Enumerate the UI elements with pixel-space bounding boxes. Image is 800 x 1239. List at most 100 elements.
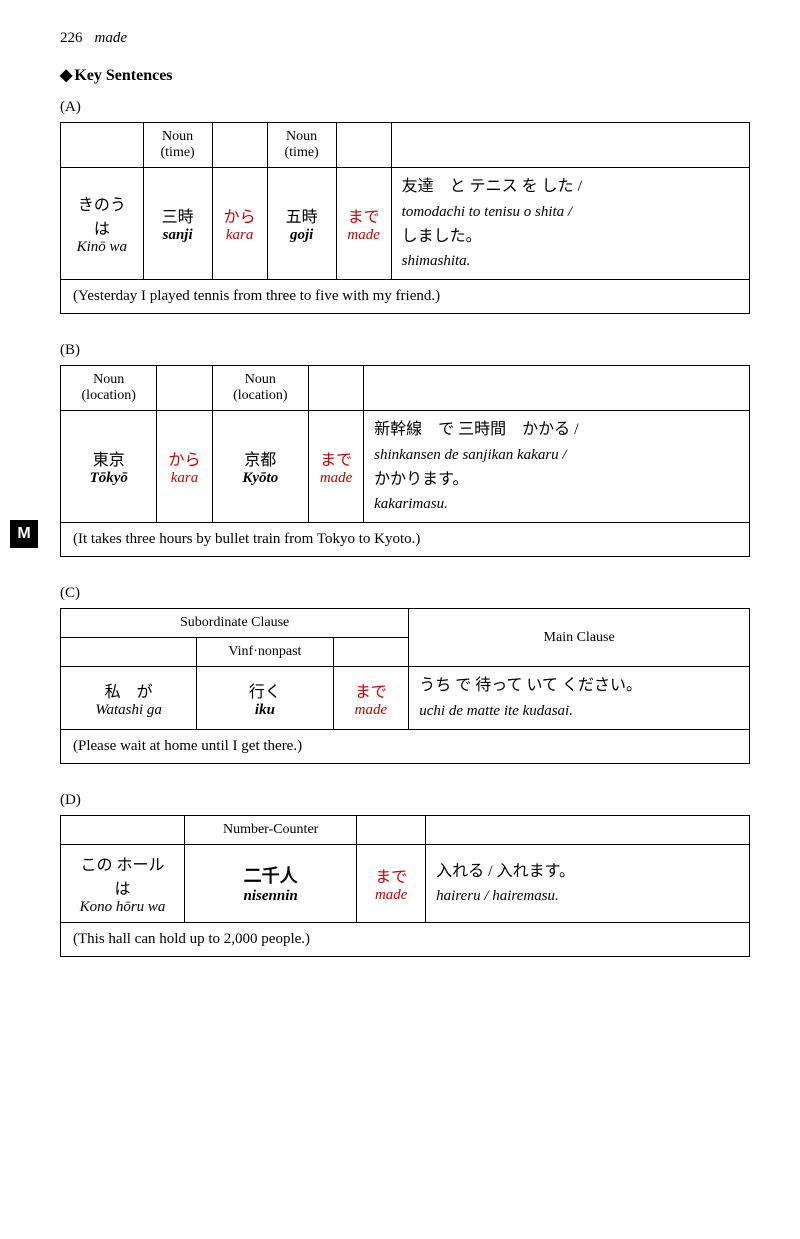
d-h2: Number-Counter (185, 815, 357, 844)
section-b-label: (B) (60, 342, 750, 359)
c-col2-jp: 行く (207, 678, 322, 702)
section-c-label: (C) (60, 585, 750, 602)
page-header: 226 made (60, 30, 750, 47)
section-c: (C) Subordinate Clause Main Clause Vinf·… (60, 585, 750, 764)
c-col2: 行く iku (197, 667, 333, 730)
section-title: ◆Key Sentences (60, 65, 750, 85)
a-h4: Noun(time) (267, 123, 336, 168)
d-translation: (This hall can hold up to 2,000 people.) (61, 922, 750, 956)
a-col1-jp: きのう は (71, 191, 133, 239)
d-col4: 入れる / 入れます。 haireru / hairemasu. (426, 844, 750, 922)
c-col4-romaji: uchi de matte ite kudasai. (419, 699, 739, 723)
c-col1: 私 が Watashi ga (61, 667, 197, 730)
a-col4-romaji: goji (278, 227, 326, 244)
d-col1-romaji: Kono hōru wa (71, 899, 174, 916)
b-col5-line2-jp: かかります。 (374, 467, 739, 493)
section-a-header-row: Noun(time) Noun(time) (61, 123, 750, 168)
section-a: (A) Noun(time) Noun(time) きのう は Kinō wa (60, 99, 750, 314)
c-col3-romaji: made (344, 702, 399, 719)
a-h1 (61, 123, 144, 168)
c-col1-romaji: Watashi ga (71, 702, 186, 719)
b-col4: まで made (309, 411, 364, 523)
section-d-label: (D) (60, 792, 750, 809)
section-d: (D) Number-Counter この ホール は Kono hōru wa (60, 792, 750, 957)
page-number: 226 (60, 30, 83, 47)
d-col4-jp: 入れる / 入れます。 (436, 859, 739, 885)
a-translation: (Yesterday I played tennis from three to… (61, 280, 750, 314)
section-b-table: Noun(location) Noun(location) 東京 Tōkyō か… (60, 365, 750, 557)
d-col3-jp: まで (367, 863, 415, 887)
section-d-header-row: Number-Counter (61, 815, 750, 844)
a-col6-line1-romaji: tomodachi to tenisu o shita / (402, 200, 739, 224)
b-col2-romaji: kara (167, 470, 201, 487)
b-translation: (It takes three hours by bullet train fr… (61, 523, 750, 557)
b-h4 (309, 366, 364, 411)
b-h2 (157, 366, 212, 411)
d-col4-romaji: haireru / hairemasu. (436, 884, 739, 908)
d-col1: この ホール は Kono hōru wa (61, 844, 185, 922)
section-a-translation-row: (Yesterday I played tennis from three to… (61, 280, 750, 314)
a-col6-line2-jp: しました。 (402, 224, 739, 250)
a-col3-romaji: kara (223, 227, 257, 244)
b-col4-romaji: made (319, 470, 353, 487)
b-col3-jp: 京都 (223, 446, 298, 470)
b-col2: から kara (157, 411, 212, 523)
d-col1-jp: この ホール は (71, 851, 174, 899)
a-col1-romaji: Kinō wa (71, 239, 133, 256)
d-col3: まで made (357, 844, 426, 922)
section-a-table-wrapper: Noun(time) Noun(time) きのう は Kinō wa 三時 s… (60, 122, 750, 314)
section-a-table: Noun(time) Noun(time) きのう は Kinō wa 三時 s… (60, 122, 750, 314)
c-col2-romaji: iku (207, 702, 322, 719)
section-c-table: Subordinate Clause Main Clause Vinf·nonp… (60, 608, 750, 764)
b-col3-romaji: Kyōto (223, 470, 298, 487)
c-col3: まで made (333, 667, 409, 730)
a-col6-line2-romaji: shimashita. (402, 249, 739, 273)
a-h2: Noun(time) (143, 123, 212, 168)
c-sub-header: Subordinate Clause (61, 609, 409, 638)
a-col5-romaji: made (347, 227, 381, 244)
section-d-table: Number-Counter この ホール は Kono hōru wa 二千人… (60, 815, 750, 957)
b-col1-jp: 東京 (71, 446, 146, 470)
section-d-data-row: この ホール は Kono hōru wa 二千人 nisennin まで ma… (61, 844, 750, 922)
a-col2-jp: 三時 (154, 203, 202, 227)
d-col2-jp: 二千人 (195, 862, 346, 888)
diamond-icon: ◆ (60, 67, 72, 84)
b-col5-line2-romaji: kakarimasu. (374, 492, 739, 516)
side-marker: M (10, 520, 38, 548)
a-h3 (212, 123, 267, 168)
c-col1-jp: 私 が (71, 678, 186, 702)
d-col2: 二千人 nisennin (185, 844, 357, 922)
c-h2: Vinf·nonpast (197, 638, 333, 667)
b-col5-line1-romaji: shinkansen de sanjikan kakaru / (374, 443, 739, 467)
d-h4 (426, 815, 750, 844)
section-c-translation-row: (Please wait at home until I get there.) (61, 729, 750, 763)
b-h3: Noun(location) (212, 366, 308, 411)
section-c-data-row: 私 が Watashi ga 行く iku まで made うち で 待って い… (61, 667, 750, 730)
section-a-data-row: きのう は Kinō wa 三時 sanji から kara 五時 goji (61, 168, 750, 280)
d-col3-romaji: made (367, 887, 415, 904)
section-b-data-row: 東京 Tōkyō から kara 京都 Kyōto まで made (61, 411, 750, 523)
section-c-table-wrapper: Subordinate Clause Main Clause Vinf·nonp… (60, 608, 750, 764)
section-d-table-wrapper: Number-Counter この ホール は Kono hōru wa 二千人… (60, 815, 750, 957)
c-col3-jp: まで (344, 678, 399, 702)
b-col5: 新幹線 で 三時間 かかる / shinkansen de sanjikan k… (364, 411, 750, 523)
b-h1: Noun(location) (61, 366, 157, 411)
page-title: made (95, 30, 128, 47)
a-col4-jp: 五時 (278, 203, 326, 227)
a-col3: から kara (212, 168, 267, 280)
c-h1 (61, 638, 197, 667)
b-col3: 京都 Kyōto (212, 411, 308, 523)
d-col2-romaji: nisennin (195, 888, 346, 905)
b-col1-romaji: Tōkyō (71, 470, 146, 487)
a-col4: 五時 goji (267, 168, 336, 280)
a-col2-romaji: sanji (154, 227, 202, 244)
section-c-header-row1: Subordinate Clause Main Clause (61, 609, 750, 638)
c-translation: (Please wait at home until I get there.) (61, 729, 750, 763)
section-b: (B) Noun(location) Noun(location) 東京 Tōk… (60, 342, 750, 557)
c-col4-jp: うち で 待って いて ください。 (419, 673, 739, 699)
a-col2: 三時 sanji (143, 168, 212, 280)
a-col1: きのう は Kinō wa (61, 168, 144, 280)
b-col5-line1-jp: 新幹線 で 三時間 かかる / (374, 417, 739, 443)
b-col4-jp: まで (319, 446, 353, 470)
a-col3-jp: から (223, 203, 257, 227)
